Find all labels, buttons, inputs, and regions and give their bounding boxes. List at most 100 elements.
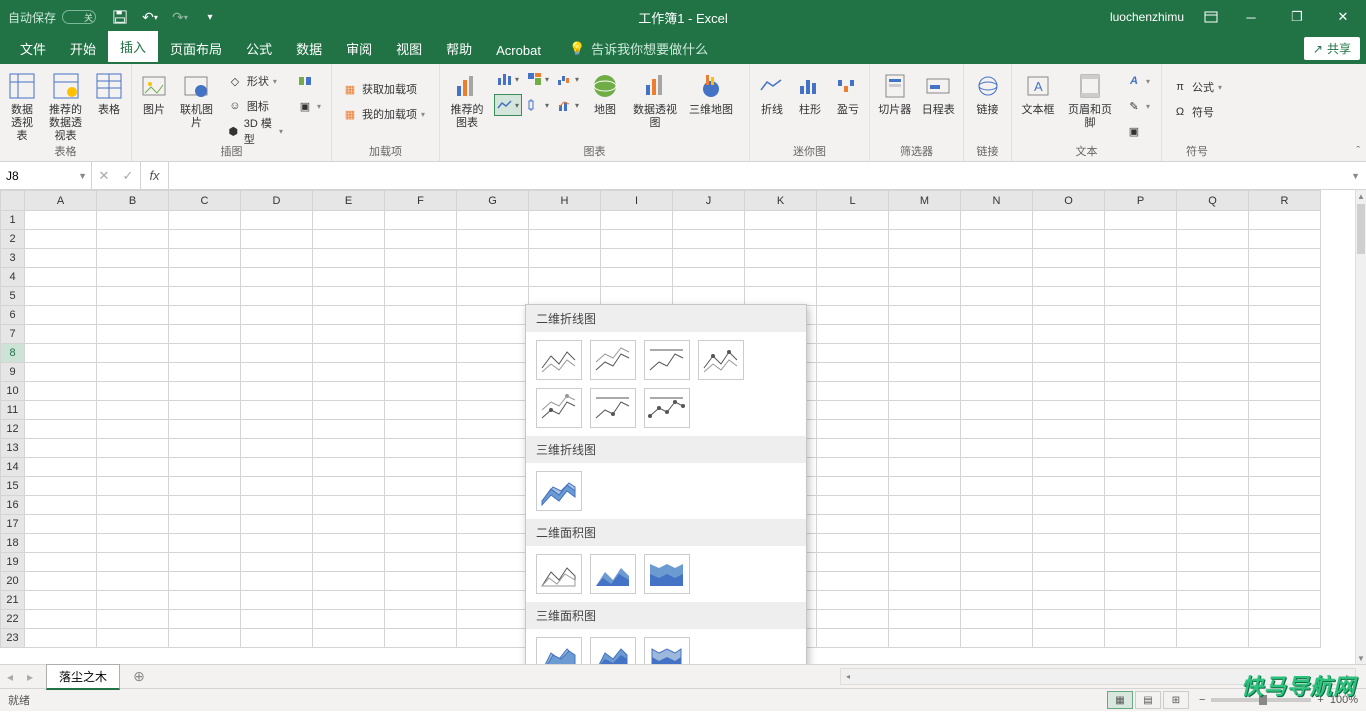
- sheet-nav-next[interactable]: ▸: [20, 670, 40, 684]
- online-picture-button[interactable]: 联机图片: [176, 68, 217, 130]
- cell-D8[interactable]: [241, 344, 313, 363]
- cell-B7[interactable]: [97, 325, 169, 344]
- cell-F3[interactable]: [385, 249, 457, 268]
- cell-Q5[interactable]: [1177, 287, 1249, 306]
- cell-M10[interactable]: [889, 382, 961, 401]
- column-header-E[interactable]: E: [313, 191, 385, 211]
- cell-L4[interactable]: [817, 268, 889, 287]
- tab-acrobat[interactable]: Acrobat: [484, 37, 553, 64]
- sparkline-winloss-button[interactable]: 盈亏: [832, 68, 864, 117]
- cell-O15[interactable]: [1033, 477, 1105, 496]
- cell-N17[interactable]: [961, 515, 1033, 534]
- cell-F14[interactable]: [385, 458, 457, 477]
- cell-B6[interactable]: [97, 306, 169, 325]
- cell-Q1[interactable]: [1177, 211, 1249, 230]
- cell-L17[interactable]: [817, 515, 889, 534]
- cell-P13[interactable]: [1105, 439, 1177, 458]
- cell-O18[interactable]: [1033, 534, 1105, 553]
- cell-O2[interactable]: [1033, 230, 1105, 249]
- cell-N20[interactable]: [961, 572, 1033, 591]
- select-all-corner[interactable]: [1, 191, 25, 211]
- combo-chart-button[interactable]: ▾: [554, 94, 582, 116]
- cell-N15[interactable]: [961, 477, 1033, 496]
- cell-N19[interactable]: [961, 553, 1033, 572]
- worksheet-grid[interactable]: ABCDEFGHIJKLMNOPQR1234567891011121314151…: [0, 190, 1366, 664]
- cell-B21[interactable]: [97, 591, 169, 610]
- cell-A9[interactable]: [25, 363, 97, 382]
- cell-Q23[interactable]: [1177, 629, 1249, 648]
- cell-G6[interactable]: [457, 306, 529, 325]
- cell-C21[interactable]: [169, 591, 241, 610]
- cell-I1[interactable]: [601, 211, 673, 230]
- cell-F18[interactable]: [385, 534, 457, 553]
- cell-O9[interactable]: [1033, 363, 1105, 382]
- cell-G22[interactable]: [457, 610, 529, 629]
- cancel-formula-icon[interactable]: ✕: [92, 168, 116, 184]
- cell-A6[interactable]: [25, 306, 97, 325]
- user-name[interactable]: luochenzhimu: [1110, 10, 1184, 24]
- cell-N18[interactable]: [961, 534, 1033, 553]
- undo-icon[interactable]: ↶▾: [140, 7, 160, 27]
- cell-C4[interactable]: [169, 268, 241, 287]
- symbol-button[interactable]: Ω符号: [1168, 101, 1226, 123]
- cell-A14[interactable]: [25, 458, 97, 477]
- cell-D20[interactable]: [241, 572, 313, 591]
- cell-G16[interactable]: [457, 496, 529, 515]
- cell-G4[interactable]: [457, 268, 529, 287]
- ribbon-display-icon[interactable]: [1194, 0, 1228, 34]
- cell-M18[interactable]: [889, 534, 961, 553]
- cell-E14[interactable]: [313, 458, 385, 477]
- scroll-up-icon[interactable]: ▲: [1356, 190, 1366, 202]
- recommended-pivot-button[interactable]: 推荐的 数据透视表: [44, 68, 87, 143]
- cell-F5[interactable]: [385, 287, 457, 306]
- row-header-3[interactable]: 3: [1, 249, 25, 268]
- cell-K1[interactable]: [745, 211, 817, 230]
- cell-R11[interactable]: [1249, 401, 1321, 420]
- textbox-button[interactable]: A文本框: [1018, 68, 1058, 117]
- shapes-button[interactable]: ◇形状 ▾: [223, 70, 287, 92]
- cell-B14[interactable]: [97, 458, 169, 477]
- cell-Q13[interactable]: [1177, 439, 1249, 458]
- tab-view[interactable]: 视图: [384, 33, 434, 64]
- cell-G5[interactable]: [457, 287, 529, 306]
- cell-C17[interactable]: [169, 515, 241, 534]
- cell-P5[interactable]: [1105, 287, 1177, 306]
- icons-button[interactable]: ☺图标: [223, 95, 287, 117]
- cell-P7[interactable]: [1105, 325, 1177, 344]
- cell-B5[interactable]: [97, 287, 169, 306]
- cell-L1[interactable]: [817, 211, 889, 230]
- cell-C12[interactable]: [169, 420, 241, 439]
- cell-O8[interactable]: [1033, 344, 1105, 363]
- cell-M2[interactable]: [889, 230, 961, 249]
- cell-A22[interactable]: [25, 610, 97, 629]
- cell-R3[interactable]: [1249, 249, 1321, 268]
- cell-B17[interactable]: [97, 515, 169, 534]
- cell-F13[interactable]: [385, 439, 457, 458]
- cell-R8[interactable]: [1249, 344, 1321, 363]
- cell-I5[interactable]: [601, 287, 673, 306]
- cell-C10[interactable]: [169, 382, 241, 401]
- cell-G7[interactable]: [457, 325, 529, 344]
- cell-G15[interactable]: [457, 477, 529, 496]
- row-header-7[interactable]: 7: [1, 325, 25, 344]
- 3d-area-chart-type-3[interactable]: [644, 637, 690, 664]
- cell-A7[interactable]: [25, 325, 97, 344]
- cell-Q22[interactable]: [1177, 610, 1249, 629]
- cell-R10[interactable]: [1249, 382, 1321, 401]
- cell-D3[interactable]: [241, 249, 313, 268]
- cell-N11[interactable]: [961, 401, 1033, 420]
- cell-P11[interactable]: [1105, 401, 1177, 420]
- cell-N3[interactable]: [961, 249, 1033, 268]
- row-header-9[interactable]: 9: [1, 363, 25, 382]
- cell-Q21[interactable]: [1177, 591, 1249, 610]
- row-header-15[interactable]: 15: [1, 477, 25, 496]
- cell-B8[interactable]: [97, 344, 169, 363]
- column-header-P[interactable]: P: [1105, 191, 1177, 211]
- zoom-in-button[interactable]: +: [1317, 694, 1323, 706]
- cell-F22[interactable]: [385, 610, 457, 629]
- zoom-out-button[interactable]: −: [1199, 694, 1205, 706]
- cell-M9[interactable]: [889, 363, 961, 382]
- cell-R5[interactable]: [1249, 287, 1321, 306]
- cell-F21[interactable]: [385, 591, 457, 610]
- 3d-area-chart-type-2[interactable]: [590, 637, 636, 664]
